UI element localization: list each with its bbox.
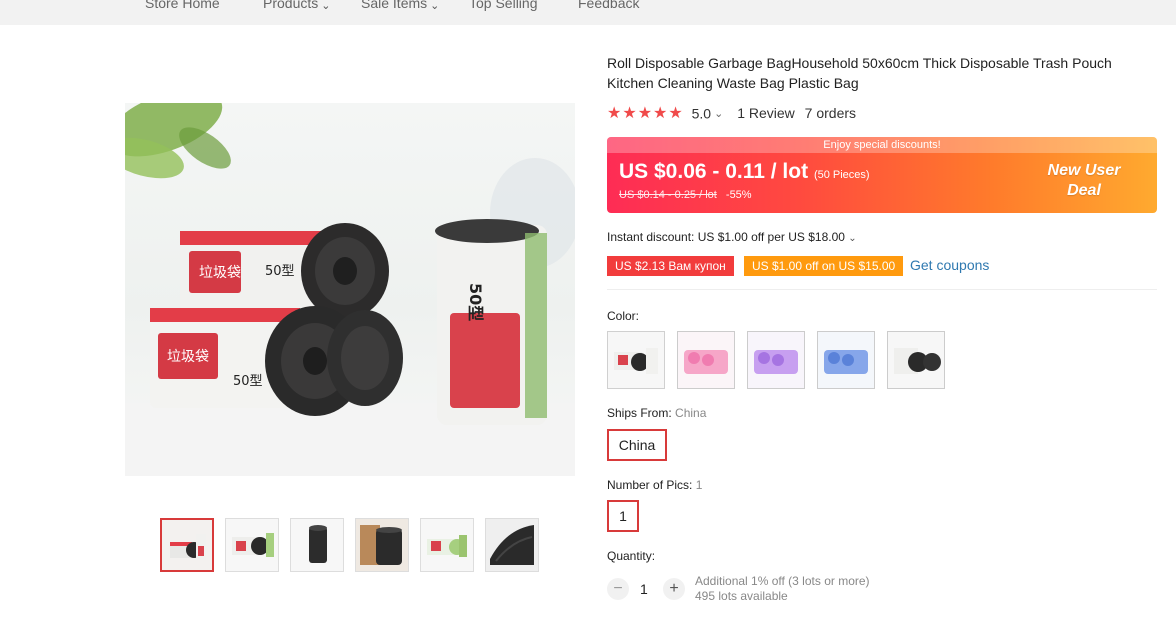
- swatch-image: [748, 332, 804, 388]
- swatch-image: [608, 332, 664, 388]
- quantity-note-available: 495 lots available: [695, 589, 788, 603]
- get-coupons-link[interactable]: Get coupons: [910, 257, 989, 273]
- chevron-down-icon: ⌄: [321, 0, 331, 12]
- chevron-down-icon: ⌄: [430, 0, 440, 12]
- orders-count: 7 orders: [804, 105, 857, 121]
- chevron-down-icon: ⌄: [714, 108, 724, 121]
- nav-store-home-label: Store Home: [145, 0, 220, 11]
- reviews-link[interactable]: 1 Review: [737, 105, 795, 121]
- ships-from-label-text: Ships From:: [607, 406, 672, 420]
- promo-banner: Enjoy special discounts!: [607, 137, 1157, 153]
- color-swatch-2[interactable]: [677, 331, 735, 389]
- new-user-line1: New User: [1047, 162, 1121, 179]
- thumbnail-6[interactable]: [485, 518, 539, 572]
- swatch-image: [678, 332, 734, 388]
- product-main-image[interactable]: 垃圾袋 50型 垃圾袋 50型 50型: [125, 103, 575, 476]
- price-promo-block: Enjoy special discounts! US $0.06 - 0.11…: [607, 137, 1157, 213]
- pics-selected: 1: [695, 478, 703, 492]
- ships-from-option-china[interactable]: China: [607, 429, 667, 461]
- nav-sale-items[interactable]: Sale Items ⌄: [361, 0, 440, 12]
- quantity-decrease-button[interactable]: −: [607, 578, 629, 600]
- nav-top-selling[interactable]: Top Selling: [469, 0, 538, 11]
- thumbnail-image: [486, 519, 538, 571]
- instant-discount-label: Instant discount: US $1.00 off per US $1…: [607, 230, 845, 244]
- rating-value-label: 5.0: [691, 105, 712, 122]
- quantity-increase-button[interactable]: +: [663, 578, 685, 600]
- coupon-badge[interactable]: US $2.13 Вам купон: [607, 256, 734, 276]
- swatch-image: [888, 332, 944, 388]
- thumbnail-image: [162, 520, 212, 570]
- pics-option-1[interactable]: 1: [607, 500, 639, 532]
- thumbnail-image: [291, 519, 343, 571]
- discount-percent: -55%: [725, 189, 752, 201]
- nav-sale-items-label: Sale Items: [361, 0, 428, 11]
- nav-feedback-label: Feedback: [578, 0, 640, 11]
- pics-label-text: Number of Pics:: [607, 478, 693, 492]
- nav-top-selling-label: Top Selling: [469, 0, 538, 11]
- svg-text:垃圾袋: 垃圾袋: [167, 349, 209, 365]
- product-title: Roll Disposable Garbage BagHousehold 50x…: [607, 55, 1112, 91]
- svg-text:垃圾袋: 垃圾袋: [199, 265, 241, 281]
- old-price-value: US $0.14 - 0.25 / lot: [619, 189, 717, 201]
- quantity-note: Additional 1% off (3 lots or more) 495 l…: [695, 574, 870, 604]
- nav-store-home[interactable]: Store Home: [145, 0, 220, 11]
- nav-products-label: Products: [263, 0, 319, 11]
- color-swatch-1[interactable]: [607, 331, 665, 389]
- svg-text:50型: 50型: [265, 264, 295, 279]
- color-swatch-5[interactable]: [887, 331, 945, 389]
- thumbnail-4[interactable]: [355, 518, 409, 572]
- swatch-image: [818, 332, 874, 388]
- color-swatch-3[interactable]: [747, 331, 805, 389]
- nav-products[interactable]: Products ⌄: [263, 0, 331, 12]
- thumbnail-1[interactable]: [160, 518, 214, 572]
- coupon-badge[interactable]: US $1.00 off on US $15.00: [744, 256, 904, 276]
- thumbnail-image: [226, 519, 278, 571]
- new-user-deal-badge: New User Deal: [1029, 161, 1139, 201]
- ships-from-label: Ships From: China: [607, 406, 706, 420]
- svg-text:50型: 50型: [466, 283, 485, 321]
- divider: [607, 289, 1157, 290]
- thumbnail-5[interactable]: [420, 518, 474, 572]
- new-user-line2: Deal: [1067, 182, 1101, 199]
- thumbnail-image: [356, 519, 408, 571]
- chevron-down-icon: ⌄: [848, 233, 857, 244]
- ships-from-selected: China: [675, 406, 707, 420]
- store-nav: Store Home Products ⌄ Sale Items ⌄ Top Sel…: [0, 0, 1176, 25]
- current-price: US $0.06 - 0.11 / lot (50 Pieces): [619, 160, 870, 184]
- thumbnail-3[interactable]: [290, 518, 344, 572]
- rating-row: ★★★★★ 5.0 ⌄ 1 Review 7 orders: [607, 103, 857, 122]
- color-label: Color:: [607, 309, 640, 323]
- thumbnail-image: [421, 519, 473, 571]
- rating-value[interactable]: 5.0 ⌄: [691, 104, 724, 122]
- nav-feedback[interactable]: Feedback: [578, 0, 639, 11]
- price-pieces: (50 Pieces): [813, 169, 870, 181]
- pics-label: Number of Pics: 1: [607, 478, 702, 492]
- quantity-value[interactable]: 1: [640, 581, 648, 597]
- color-swatch-4[interactable]: [817, 331, 875, 389]
- price-range: US $0.06 - 0.11 / lot: [619, 160, 809, 183]
- garbage-bag-rolls-image: 垃圾袋 50型 垃圾袋 50型 50型: [125, 103, 575, 476]
- original-price: US $0.14 - 0.25 / lot -55%: [619, 189, 752, 201]
- quantity-label: Quantity:: [607, 549, 656, 563]
- svg-text:50型: 50型: [233, 374, 263, 389]
- star-rating-icon: ★★★★★: [607, 105, 684, 122]
- quantity-note-discount: Additional 1% off (3 lots or more): [695, 574, 870, 588]
- instant-discount[interactable]: Instant discount: US $1.00 off per US $1…: [607, 230, 857, 244]
- thumbnail-2[interactable]: [225, 518, 279, 572]
